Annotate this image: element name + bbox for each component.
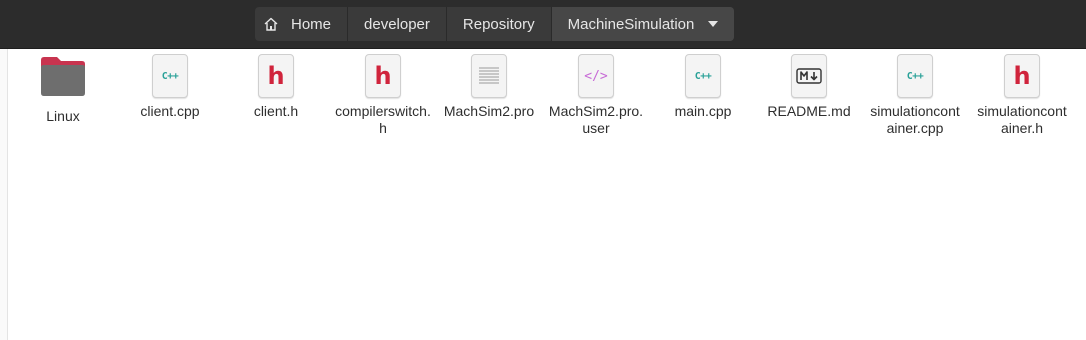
file-item-compilerswitch-h[interactable]: h compilerswitch.h — [330, 54, 436, 137]
text-file-icon — [471, 54, 507, 98]
markdown-file-icon — [791, 54, 827, 98]
file-item-linux[interactable]: Linux — [10, 54, 116, 125]
home-icon — [263, 16, 279, 32]
header-bar: Home developer Repository MachineSimulat… — [0, 0, 1086, 49]
breadcrumb-home[interactable]: Home — [255, 7, 349, 41]
breadcrumb-home-label: Home — [291, 15, 332, 33]
file-item-machsim2-pro-user[interactable]: </> MachSim2.pro.user — [543, 54, 649, 137]
file-name: simulationcontainer.h — [977, 103, 1067, 136]
xml-file-icon: </> — [578, 54, 614, 98]
file-item-client-cpp[interactable]: C++ client.cpp — [117, 54, 223, 120]
file-name: MachSim2.pro.user — [548, 103, 644, 136]
file-item-machsim2-pro[interactable]: MachSim2.pro — [436, 54, 542, 120]
header-file-icon: h — [365, 54, 401, 98]
file-item-simulationcontainer-h[interactable]: h simulationcontainer.h — [969, 54, 1075, 137]
cpp-file-icon: C++ — [152, 54, 188, 98]
file-glyph: C++ — [694, 70, 712, 82]
breadcrumb-label: MachineSimulation — [567, 15, 695, 33]
breadcrumb-machinesimulation[interactable]: MachineSimulation — [551, 7, 735, 41]
file-glyph: h — [374, 62, 392, 90]
file-name: client.cpp — [140, 103, 200, 119]
breadcrumb-developer[interactable]: developer — [348, 7, 447, 41]
file-item-simulationcontainer-cpp[interactable]: C++ simulationcontainer.cpp — [862, 54, 968, 137]
folder-icon — [39, 54, 87, 103]
file-item-client-h[interactable]: h client.h — [223, 54, 329, 120]
file-name: client.h — [253, 103, 299, 119]
header-file-icon: h — [1004, 54, 1040, 98]
cpp-file-icon: C++ — [685, 54, 721, 98]
file-item-readme-md[interactable]: README.md — [756, 54, 862, 120]
header-file-icon: h — [258, 54, 294, 98]
file-glyph: C++ — [161, 70, 179, 82]
breadcrumb-label: developer — [364, 15, 430, 33]
file-name: compilerswitch.h — [335, 103, 431, 136]
file-name: MachSim2.pro — [443, 103, 535, 119]
file-name: Linux — [46, 108, 80, 124]
cpp-file-icon: C++ — [897, 54, 933, 98]
file-name: main.cpp — [674, 103, 732, 119]
file-name: README.md — [767, 103, 851, 119]
file-glyph: C++ — [906, 70, 924, 82]
file-item-main-cpp[interactable]: C++ main.cpp — [650, 54, 756, 120]
breadcrumb-repository[interactable]: Repository — [447, 7, 552, 41]
file-glyph: h — [267, 62, 285, 90]
file-glyph: </> — [584, 68, 608, 84]
path-bar: Home developer Repository MachineSimulat… — [255, 7, 735, 41]
file-glyph: h — [1013, 62, 1031, 90]
sidebar-edge — [0, 49, 8, 340]
file-name: simulationcontainer.cpp — [870, 103, 960, 136]
breadcrumb-label: Repository — [462, 15, 535, 33]
chevron-down-icon[interactable] — [708, 21, 719, 27]
